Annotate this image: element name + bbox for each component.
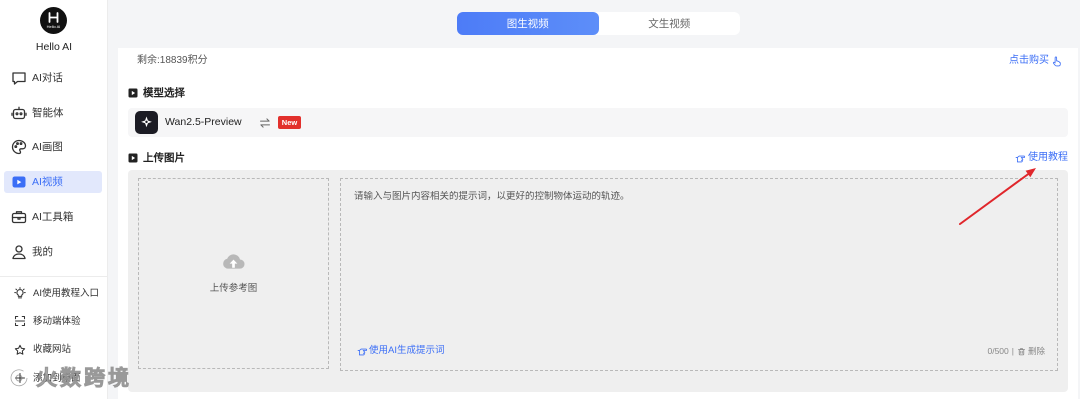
trash-icon: [1017, 347, 1026, 356]
credits-balance: 剩余:18839积分: [137, 55, 208, 66]
sidebar-item-pill: AI画图: [4, 136, 102, 158]
sidebar-link-label: 添加到桌面: [33, 372, 81, 384]
upload-panel: 上传参考图 使用AI生成提示词 0/500 |: [128, 170, 1068, 392]
palette-icon: [11, 139, 27, 155]
logo-mark-icon: [48, 12, 59, 23]
logo-text: Hello AI: [46, 24, 61, 29]
upload-section-header: 上传图片: [128, 152, 185, 164]
mode-tabs: 图生视频 文生视频: [457, 12, 740, 35]
tutorial-label: 使用教程: [1028, 152, 1068, 163]
delete-label: 删除: [1027, 346, 1045, 356]
robot-icon: [11, 105, 27, 121]
counter-separator: |: [1011, 346, 1014, 356]
model-name: Wan2.5-Preview: [165, 116, 242, 128]
sidebar-item-ai-chat[interactable]: AI对话: [0, 61, 108, 96]
tab-image-to-video[interactable]: 图生视频: [457, 12, 599, 35]
app-logo[interactable]: Hello AI: [40, 7, 67, 34]
upload-reference-image-dropzone[interactable]: 上传参考图: [138, 178, 329, 369]
sidebar-item-agents[interactable]: 智能体: [0, 95, 108, 130]
buy-credits-link[interactable]: 点击购买: [1009, 55, 1062, 67]
video-icon: [11, 174, 27, 190]
sidebar-link-label: 移动端体验: [33, 315, 81, 327]
ai-generate-prompt-link[interactable]: 使用AI生成提示词: [357, 345, 444, 357]
sidebar-item-pill: AI对话: [4, 67, 102, 89]
sidebar-item-label: AI画图: [32, 141, 63, 154]
new-badge: New: [278, 116, 301, 129]
film-icon: [128, 153, 138, 163]
main-area: 图生视频 文生视频 剩余:18839积分 点击购买 模型选择 Wan2.5-Pr…: [109, 0, 1080, 399]
model-section-header: 模型选择: [128, 87, 185, 99]
sidebar-item-ai-drawing[interactable]: AI画图: [0, 130, 108, 165]
buy-credits-label: 点击购买: [1009, 55, 1049, 66]
user-icon: [11, 244, 27, 260]
sidebar-link-label: 收藏网站: [33, 344, 72, 356]
prompt-box: 使用AI生成提示词 0/500 | 删除: [340, 178, 1058, 371]
sidebar-item-pill: 我的: [4, 241, 102, 263]
sidebar-item-label: AI对话: [32, 71, 63, 84]
sidebar-item-pill: AI视频: [4, 171, 102, 194]
upload-label: 上传参考图: [209, 283, 258, 294]
ai-generate-prompt-label: 使用AI生成提示词: [369, 345, 445, 356]
sidebar-link-tutorial[interactable]: AI使用教程入口: [0, 279, 108, 307]
sidebar-item-label: AI视频: [32, 176, 63, 189]
cloud-upload-icon: [222, 252, 245, 270]
film-icon: [128, 88, 138, 98]
plus-icon: [14, 372, 26, 384]
sidebar-item-label: AI工具箱: [32, 210, 74, 223]
sidebar-item-label: 我的: [32, 245, 53, 258]
sidebar-item-ai-toolbox[interactable]: AI工具箱: [0, 200, 108, 235]
prompt-counter: 0/500 | 删除: [987, 345, 1045, 357]
model-selector[interactable]: Wan2.5-Preview New: [128, 108, 1068, 137]
prompt-input[interactable]: [354, 191, 1044, 331]
tab-text-to-video[interactable]: 文生视频: [599, 12, 741, 35]
hand-pointer-icon: [1051, 56, 1062, 67]
swap-icon[interactable]: [259, 117, 271, 129]
hand-point-right-icon: [357, 346, 368, 357]
sidebar-link-label: AI使用教程入口: [33, 287, 99, 299]
sidebar-item-pill: 智能体: [4, 102, 102, 124]
model-section-title: 模型选择: [143, 87, 185, 99]
model-logo-icon: [135, 111, 158, 134]
sidebar-link-mobile[interactable]: 移动端体验: [0, 307, 108, 335]
delete-prompt-button[interactable]: 删除: [1017, 345, 1045, 357]
bulb-icon: [14, 287, 26, 299]
chat-icon: [11, 70, 27, 86]
app-name: Hello AI: [35, 41, 73, 53]
char-count: 0/500: [987, 346, 1009, 356]
sidebar-item-profile[interactable]: 我的: [0, 234, 108, 269]
sidebar: Hello AI Hello AI AI对话 智能体 AI画图 AI视频 AI工…: [0, 0, 108, 399]
toolbox-icon: [11, 209, 27, 225]
scan-icon: [14, 315, 26, 327]
sidebar-item-pill: AI工具箱: [4, 206, 102, 228]
sidebar-link-add-to-desktop[interactable]: 添加到桌面: [0, 364, 108, 392]
sidebar-item-label: 智能体: [32, 106, 64, 119]
tutorial-link[interactable]: 使用教程: [1015, 152, 1068, 164]
sidebar-item-ai-video[interactable]: AI视频: [0, 165, 108, 200]
sidebar-link-bookmark[interactable]: 收藏网站: [0, 336, 108, 364]
sidebar-divider: [0, 276, 108, 277]
video-form-card: 剩余:18839积分 点击购买 模型选择 Wan2.5-Preview New: [118, 48, 1078, 399]
star-icon: [14, 344, 26, 356]
hand-point-right-icon: [1015, 153, 1026, 164]
upload-section-title: 上传图片: [143, 152, 185, 164]
